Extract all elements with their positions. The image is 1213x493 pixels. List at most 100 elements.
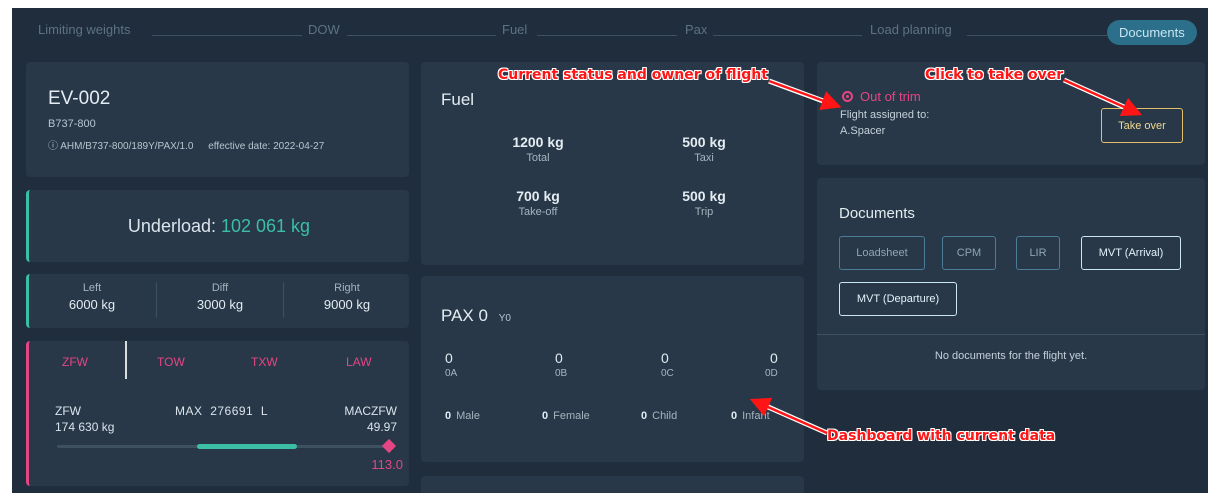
zfw-label: ZFW [55, 404, 81, 418]
fuel-title: Fuel [441, 90, 475, 109]
maczfw-value: 49.97 [366, 420, 397, 434]
lir-button[interactable]: LIR [1016, 236, 1060, 270]
balance-diff-value: 3000 kg [196, 297, 244, 312]
step-documents[interactable]: Documents [1107, 20, 1197, 45]
flight-number: EV-002 [48, 88, 111, 109]
pax-label: PAX [441, 306, 474, 325]
fuel-total: 1200 kg Total [478, 134, 598, 164]
fuel-total-value: 1200 kg [512, 134, 564, 150]
pax-zone-0b-label: 0B [555, 368, 568, 379]
fuel-taxi: 500 kg Taxi [644, 134, 764, 164]
pax-female-value: 0 [542, 410, 549, 422]
fuel-takeoff: 700 kg Take-off [478, 188, 598, 218]
cg-slider-range [197, 444, 297, 449]
mvt-departure-button[interactable]: MVT (Departure) [839, 282, 957, 316]
pax-male-value: 0 [445, 410, 452, 422]
annotation-dashboard: Dashboard with current data [827, 428, 1056, 444]
take-over-button[interactable]: Take over [1101, 108, 1183, 143]
tab-indicator [125, 341, 127, 379]
tab-tow[interactable]: TOW [157, 355, 185, 369]
max-unit: L [260, 404, 269, 418]
balance-right-label: Right [334, 282, 360, 294]
step-pax[interactable]: Pax [679, 22, 714, 37]
pax-zone-0d-value: 0 [770, 350, 778, 366]
stepper-line [712, 35, 862, 36]
balance-diff: Diff 3000 kg [157, 282, 283, 312]
balance-diff-label: Diff [211, 282, 229, 294]
pax-child-value: 0 [641, 410, 648, 422]
pax-infant: 0 Infant [731, 410, 770, 422]
step-load-planning[interactable]: Load planning [864, 22, 958, 37]
pax-child: 0 Child [641, 410, 677, 422]
fuel-trip: 500 kg Trip [644, 188, 764, 218]
ahm-info: ⓘ AHM/B737-800/189Y/PAX/1.0 effective da… [48, 137, 324, 152]
pax-class: Y0 [498, 313, 511, 324]
fuel-taxi-value: 500 kg [682, 134, 726, 150]
fuel-trip-value: 500 kg [682, 188, 726, 204]
pax-zone-0c-value: 0 [661, 350, 669, 366]
mvt-arrival-button[interactable]: MVT (Arrival) [1081, 236, 1181, 270]
fuel-total-label: Total [526, 152, 550, 164]
cpm-button[interactable]: CPM [942, 236, 996, 270]
underload-card: Underload: 102 061 kg [26, 190, 409, 262]
assigned-label: Flight assigned to: [840, 109, 930, 121]
balance-right: Right 9000 kg [284, 282, 410, 312]
aircraft-type: B737-800 [48, 118, 96, 130]
underload-value: 102 061 kg [220, 215, 311, 236]
ahm-code: AHM/B737-800/189Y/PAX/1.0 [60, 141, 194, 152]
pax-infant-label: Infant [742, 410, 770, 422]
assigned-user: A.Spacer [840, 125, 886, 137]
pax-title: PAX 0 Y0 [441, 306, 511, 326]
pax-zone-0a: 0 0A [445, 350, 457, 379]
underload-label: Underload: [127, 215, 216, 236]
documents-divider [817, 334, 1205, 335]
pax-infant-value: 0 [731, 410, 738, 422]
fuel-trip-label: Trip [694, 206, 714, 218]
flight-card: EV-002 B737-800 ⓘ AHM/B737-800/189Y/PAX/… [26, 62, 409, 177]
pax-card: PAX 0 Y0 0 0A 0 0B 0 0C 0 0D 0 Male 0 Fema… [421, 276, 804, 462]
documents-card: Documents Loadsheet CPM LIR MVT (Arrival… [817, 178, 1205, 390]
pax-zone-0c: 0 0C [661, 350, 674, 379]
pax-female: 0 Female [542, 410, 590, 422]
tab-law[interactable]: LAW [346, 355, 372, 369]
balance-card: Left 6000 kg Diff 3000 kg Right 9000 kg [26, 274, 409, 328]
next-card [421, 476, 804, 493]
pax-female-label: Female [553, 410, 590, 422]
max-label: MAX [175, 404, 203, 418]
trim-status: Out of trim [860, 89, 921, 104]
pax-zone-0b-value: 0 [555, 350, 563, 366]
stepper-line [347, 35, 497, 36]
max-value: 276691 [210, 404, 254, 418]
pax-count: 0 [478, 306, 488, 325]
fuel-takeoff-label: Take-off [518, 206, 558, 218]
tab-zfw[interactable]: ZFW [62, 355, 88, 369]
stepper-line [537, 35, 677, 36]
app-window: Limiting weights DOW Fuel Pax Load plann… [12, 8, 1208, 493]
step-fuel[interactable]: Fuel [496, 22, 534, 37]
pax-male: 0 Male [445, 410, 480, 422]
step-dow[interactable]: DOW [302, 22, 346, 37]
zfw-value: 174 630 kg [55, 420, 115, 434]
step-limiting-weights[interactable]: Limiting weights [32, 22, 137, 37]
tab-txw[interactable]: TXW [251, 355, 278, 369]
balance-left-value: 6000 kg [68, 297, 116, 312]
pax-child-label: Child [652, 410, 678, 422]
balance-right-value: 9000 kg [323, 297, 371, 312]
underload-display: Underload: 102 061 kg [29, 190, 409, 262]
workflow-stepper: Limiting weights DOW Fuel Pax Load plann… [12, 8, 1208, 56]
documents-empty-message: No documents for the flight yet. [934, 350, 1088, 362]
annotation-status: Current status and owner of flight [498, 67, 768, 83]
cg-marker-icon [381, 438, 397, 454]
fuel-taxi-label: Taxi [694, 152, 714, 164]
balance-left-label: Left [82, 282, 102, 294]
pax-zone-0a-value: 0 [445, 350, 453, 366]
pax-zone-0c-label: 0C [661, 368, 674, 379]
fuel-takeoff-value: 700 kg [516, 188, 560, 204]
info-icon: ⓘ [48, 141, 58, 152]
pax-male-label: Male [456, 410, 480, 422]
loadsheet-button[interactable]: Loadsheet [839, 236, 925, 270]
pax-zone-0a-label: 0A [445, 368, 458, 379]
max-display: MAX 276691 L [175, 404, 268, 418]
documents-title: Documents [839, 205, 915, 222]
stepper-line [152, 35, 302, 36]
